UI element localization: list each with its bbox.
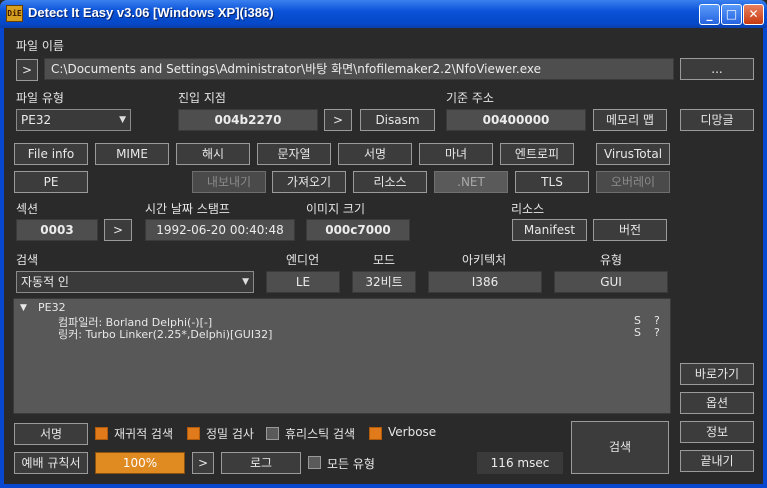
entry-point-field[interactable]: 004b2270 [178,109,318,131]
collapse-arrow-icon[interactable]: ▼ [20,303,27,313]
options-button[interactable]: 옵션 [680,392,754,414]
exit-button[interactable]: 끝내기 [680,450,754,472]
sections-go-button[interactable]: > [104,219,132,241]
scan-button[interactable]: 검색 [571,421,669,474]
export-button[interactable]: 내보내기 [192,171,266,193]
base-address-field[interactable]: 00400000 [446,109,586,131]
endian-field: LE [266,271,340,293]
window-frame-left [0,28,4,488]
window-title: Detect It Easy v3.06 [Windows XP](i386) [28,5,274,20]
file-info-button[interactable]: File info [14,143,88,165]
verbose-checkbox[interactable] [369,427,382,440]
architecture-field: I386 [428,271,542,293]
image-size-label: 이미지 크기 [306,202,366,216]
close-button[interactable]: ✕ [743,4,764,25]
goto-button[interactable]: 바로가기 [680,363,754,385]
endian-label: 엔디언 [286,253,320,267]
scan-mode-value: 자동적 인 [21,275,69,289]
browse-button[interactable]: ... [680,58,754,80]
result-item-linker-q[interactable]: ? [654,326,660,339]
mode-label: 모드 [373,253,396,267]
timestamp-field: 1992-06-20 00:40:48 [145,219,295,241]
entropy-button[interactable]: 엔트로피 [500,143,574,165]
memory-map-button[interactable]: 메모리 맵 [593,109,667,131]
file-name-label: 파일 이름 [16,39,64,53]
progress-text: 100% [122,456,158,470]
progress-go-button[interactable]: > [192,452,214,474]
verbose-label: Verbose [388,425,437,439]
log-button[interactable]: 로그 [221,452,301,474]
file-path-field[interactable]: C:\Documents and Settings\Administrator\… [44,58,674,80]
deep-scan-checkbox[interactable] [187,427,200,440]
disasm-button[interactable]: Disasm [360,109,435,131]
hash-button[interactable]: 해시 [176,143,250,165]
all-types-label: 모든 유형 [327,457,375,471]
entry-point-go-button[interactable]: > [324,109,352,131]
file-type-select[interactable]: PE32 ▼ [16,109,131,131]
result-item-linker-s: S [634,326,641,339]
resources-button[interactable]: 리소스 [353,171,427,193]
base-address-label: 기준 주소 [446,91,494,105]
app-icon: DiE [6,5,23,22]
mime-button[interactable]: MIME [95,143,169,165]
virustotal-button[interactable]: VirusTotal [596,143,670,165]
version-button[interactable]: 버전 [593,219,667,241]
import-button[interactable]: 가져오기 [272,171,346,193]
file-type-value: PE32 [21,113,52,127]
tls-button[interactable]: TLS [515,171,589,193]
file-type-label: 파일 유형 [16,91,64,105]
exception-rules-button[interactable]: 예배 규칙서 [14,452,88,474]
chevron-down-icon: ▼ [242,277,249,287]
results-root[interactable]: PE32 [38,301,66,314]
strings-button[interactable]: 문자열 [257,143,331,165]
all-types-checkbox[interactable] [308,456,321,469]
scan-label: 검색 [16,253,39,267]
scan-mode-select[interactable]: 자동적 인 ▼ [16,271,254,293]
type-field: GUI [554,271,668,293]
window-frame-bottom [0,484,767,488]
sections-label: 섹션 [16,202,39,216]
info-button[interactable]: 정보 [680,421,754,443]
demangle-button[interactable]: 디망글 [680,109,754,131]
architecture-label: 아키텍처 [462,253,507,267]
signature-button[interactable]: 서명 [338,143,412,165]
file-expand-button[interactable]: > [16,59,38,81]
results-tree[interactable]: ▼ PE32 컴파일러: Borland Delphi(-)[-] S ? 링커… [13,298,671,414]
heuristic-scan-label: 휴리스틱 검색 [285,427,356,441]
result-item-linker[interactable]: 링커: Turbo Linker(2.25*,Delphi)[GUI32] [58,326,272,342]
recursive-scan-checkbox[interactable] [95,427,108,440]
entry-point-label: 진입 지점 [178,91,226,105]
window-frame-right [763,28,767,488]
recursive-scan-label: 재귀적 검색 [114,427,174,441]
signatures-button[interactable]: 서명 [14,423,88,445]
timestamp-label: 시간 날짜 스탬프 [145,202,230,216]
heuristic-scan-checkbox[interactable] [266,427,279,440]
hex-button[interactable]: 마녀 [419,143,493,165]
image-size-field: 000c7000 [306,219,410,241]
pe-button[interactable]: PE [14,171,88,193]
deep-scan-label: 정밀 검사 [206,427,254,441]
progress-bar: 100% [95,452,185,474]
manifest-button[interactable]: Manifest [512,219,587,241]
title-bar: DiE Detect It Easy v3.06 [Windows XP](i3… [0,0,767,28]
resources-group-label: 리소스 [511,202,545,216]
maximize-button[interactable]: □ [721,4,742,25]
dotnet-button[interactable]: .NET [434,171,508,193]
mode-field: 32비트 [352,271,416,293]
minimize-button[interactable]: _ [699,4,720,25]
chevron-down-icon: ▼ [119,115,126,125]
overlay-button[interactable]: 오버레이 [596,171,670,193]
sections-field[interactable]: 0003 [16,219,98,241]
type-label: 유형 [600,253,623,267]
elapsed-time: 116 msec [477,452,563,474]
